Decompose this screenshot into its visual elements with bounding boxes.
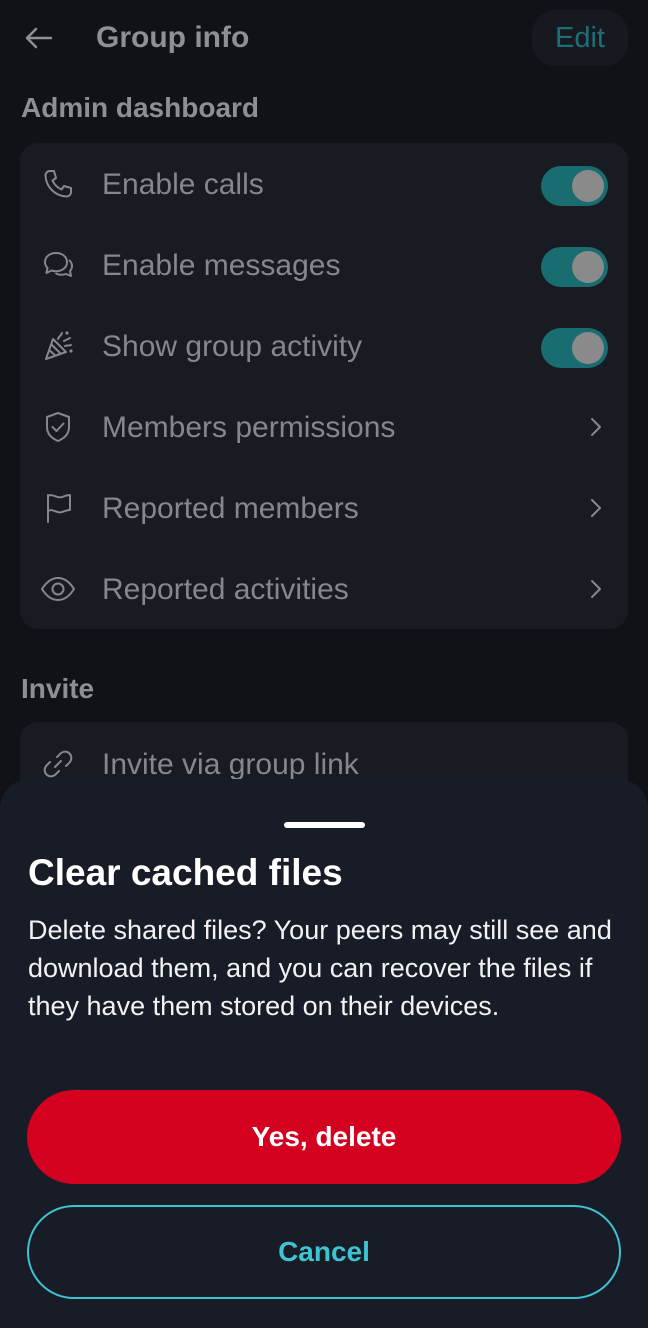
sheet-message: Delete shared files? Your peers may stil… [28, 915, 612, 1021]
enable-calls-label: Enable calls [102, 168, 264, 201]
chevron-right-icon [591, 418, 601, 436]
enable-calls-toggle[interactable] [541, 166, 608, 206]
show-group-activity-toggle[interactable] [541, 328, 608, 368]
toggle-knob [572, 251, 604, 283]
show-group-activity-row[interactable]: Show group activity [20, 306, 628, 387]
party-popper-icon [45, 331, 73, 360]
invite-heading: Invite [21, 673, 95, 704]
eye-icon [41, 577, 75, 601]
reported-activities-label: Reported activities [102, 573, 349, 606]
chat-bubbles-icon [44, 252, 73, 277]
flag-icon [47, 494, 71, 523]
page-title: Group info [96, 21, 250, 54]
enable-calls-row[interactable]: Enable calls [20, 144, 628, 225]
link-icon [43, 750, 73, 778]
members-permissions-label: Members permissions [102, 411, 396, 444]
cancel-button[interactable]: Cancel [27, 1205, 621, 1299]
clear-cache-bottom-sheet: Clear cached files Delete shared files? … [0, 779, 648, 1328]
enable-messages-toggle[interactable] [541, 247, 608, 287]
reported-members-label: Reported members [102, 492, 359, 525]
enable-messages-row[interactable]: Enable messages [20, 225, 628, 306]
sheet-title: Clear cached files [28, 852, 343, 893]
drag-handle[interactable] [284, 822, 365, 828]
members-permissions-row[interactable]: Members permissions [20, 387, 628, 468]
admin-dashboard-heading: Admin dashboard [21, 92, 260, 123]
chevron-right-icon [591, 580, 601, 598]
phone-icon [44, 170, 72, 198]
reported-activities-row[interactable]: Reported activities [20, 549, 628, 630]
toggle-knob [572, 170, 604, 202]
admin-dashboard-card: Enable calls Enable messages Show group … [20, 143, 628, 629]
edit-button[interactable]: Edit [532, 10, 628, 66]
show-group-activity-label: Show group activity [102, 330, 363, 363]
reported-members-row[interactable]: Reported members [20, 468, 628, 549]
yes-delete-button[interactable]: Yes, delete [27, 1090, 621, 1184]
back-button[interactable] [18, 18, 58, 58]
shield-check-icon [46, 412, 70, 442]
toggle-knob [572, 332, 604, 364]
chevron-right-icon [591, 499, 601, 517]
enable-messages-label: Enable messages [102, 249, 341, 282]
top-app-bar: Group info Edit [0, 0, 648, 78]
arrow-left-icon [25, 27, 53, 49]
